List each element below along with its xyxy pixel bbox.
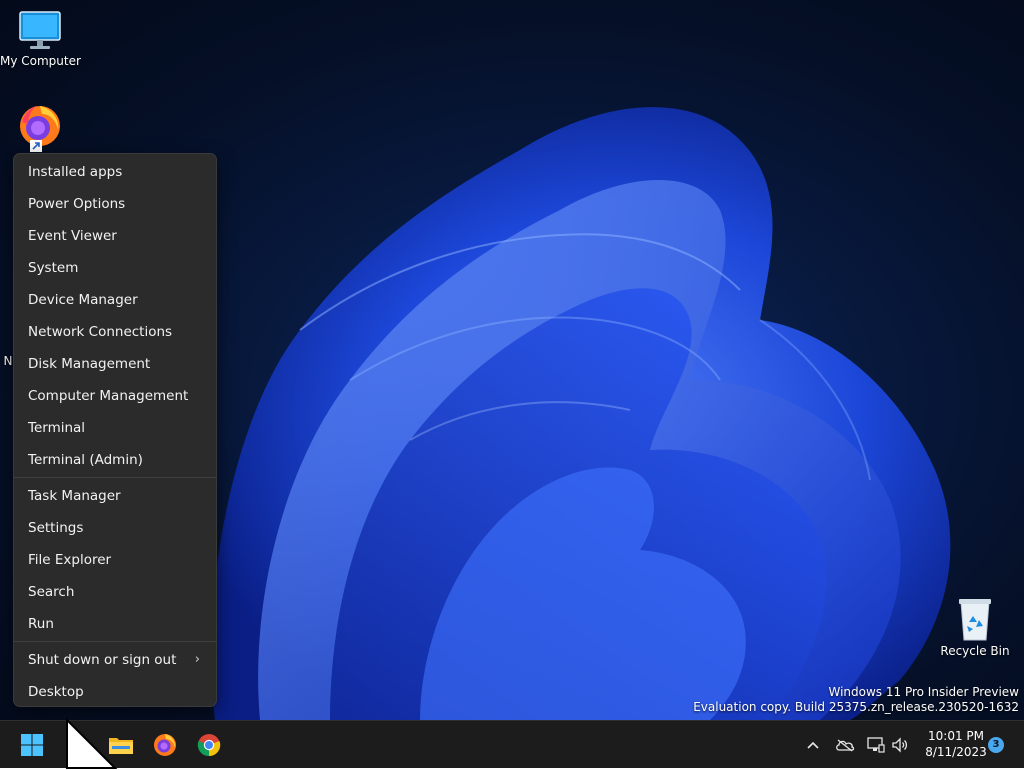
taskbar: 10:01 PM 8/11/2023 3 <box>0 720 1024 768</box>
tray-volume[interactable] <box>890 735 910 755</box>
menu-item-disk-management[interactable]: Disk Management <box>14 348 216 380</box>
firefox-icon <box>154 734 176 756</box>
winx-context-menu: Installed apps Power Options Event Viewe… <box>13 153 217 707</box>
chrome-icon <box>197 734 221 757</box>
menu-item-installed-apps[interactable]: Installed apps <box>14 156 216 188</box>
firefox-icon <box>20 106 60 152</box>
menu-item-system[interactable]: System <box>14 252 216 284</box>
desktop-icon-label: My Computer <box>0 54 81 68</box>
show-hidden-icons-button[interactable] <box>803 735 823 755</box>
volume-icon <box>892 737 908 753</box>
menu-item-task-manager[interactable]: Task Manager <box>14 480 216 512</box>
mouse-cursor-icon <box>66 718 118 769</box>
desktop-icon-firefox[interactable] <box>0 100 80 154</box>
tray-onedrive[interactable] <box>835 735 855 755</box>
menu-item-network-connections[interactable]: Network Connections <box>14 316 216 348</box>
menu-item-settings[interactable]: Settings <box>14 512 216 544</box>
clock-time: 10:01 PM <box>928 729 984 743</box>
chevron-right-icon: › <box>194 652 200 667</box>
desktop-icon-recycle-bin[interactable]: Recycle Bin <box>935 596 1015 658</box>
menu-item-device-manager[interactable]: Device Manager <box>14 284 216 316</box>
menu-item-terminal-admin[interactable]: Terminal (Admin) <box>14 444 216 476</box>
menu-item-search[interactable]: Search <box>14 576 216 608</box>
watermark-build: Evaluation copy. Build 25375.zn_release.… <box>693 700 1019 714</box>
desktop[interactable]: My Computer N Recycle Bin Windows 11 Pro… <box>0 0 1024 720</box>
taskbar-chrome[interactable] <box>193 729 225 761</box>
taskbar-firefox[interactable] <box>149 729 181 761</box>
menu-item-terminal[interactable]: Terminal <box>14 412 216 444</box>
monitor-icon <box>19 11 61 49</box>
menu-item-run[interactable]: Run <box>14 608 216 640</box>
watermark-edition: Windows 11 Pro Insider Preview <box>828 685 1019 699</box>
menu-item-computer-management[interactable]: Computer Management <box>14 380 216 412</box>
network-icon <box>867 737 885 753</box>
recycle-bin-icon <box>959 599 991 641</box>
clock-date: 8/11/2023 <box>925 745 987 759</box>
chevron-up-icon <box>807 741 819 749</box>
build-watermark: Windows 11 Pro Insider Preview Evaluatio… <box>693 685 1019 715</box>
menu-item-label: Shut down or sign out <box>28 652 177 668</box>
menu-separator <box>14 477 216 478</box>
notification-badge[interactable]: 3 <box>988 737 1004 753</box>
menu-item-event-viewer[interactable]: Event Viewer <box>14 220 216 252</box>
onedrive-icon <box>836 739 855 752</box>
windows-start-icon <box>21 734 43 756</box>
tray-network[interactable] <box>866 735 886 755</box>
menu-item-file-explorer[interactable]: File Explorer <box>14 544 216 576</box>
menu-separator <box>14 641 216 642</box>
menu-item-shut-down-or-sign-out[interactable]: Shut down or sign out › <box>14 644 216 676</box>
taskbar-clock[interactable]: 10:01 PM 8/11/2023 <box>918 728 994 760</box>
desktop-icon-my-computer[interactable]: My Computer <box>0 10 81 68</box>
start-button[interactable] <box>16 729 48 761</box>
menu-item-desktop[interactable]: Desktop <box>14 676 216 708</box>
desktop-icon-label: Recycle Bin <box>940 644 1010 658</box>
menu-item-power-options[interactable]: Power Options <box>14 188 216 220</box>
